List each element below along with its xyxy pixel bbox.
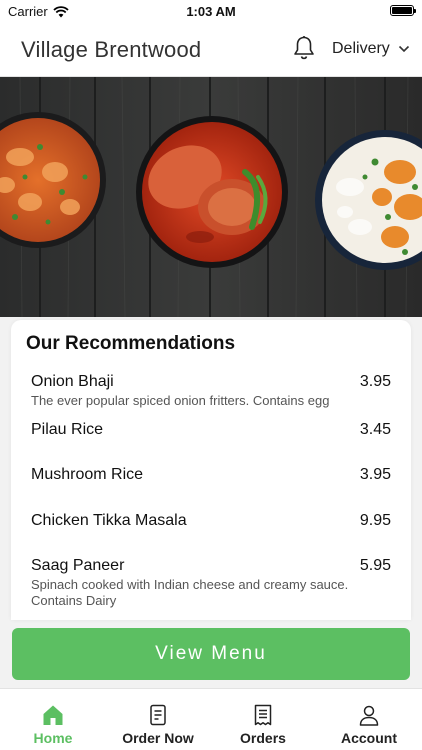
tab-label: Order Now bbox=[122, 730, 194, 746]
battery-icon bbox=[390, 5, 416, 16]
recommendations-card: Our Recommendations Onion Bhaji 3.95 The… bbox=[11, 320, 411, 620]
menu-item[interactable]: Pilau Rice 3.45 bbox=[31, 421, 391, 439]
bottom-tab-bar: Home Order Now Orders Account bbox=[0, 688, 422, 750]
chevron-down-icon bbox=[398, 45, 409, 53]
menu-item-price: 3.45 bbox=[359, 421, 391, 438]
menu-item-price: 3.95 bbox=[359, 373, 391, 390]
menu-item-price: 9.95 bbox=[359, 512, 391, 529]
menu-item-description: Spinach cooked with Indian cheese and cr… bbox=[31, 577, 349, 608]
tab-label: Account bbox=[341, 730, 397, 746]
food-photo-illustration bbox=[0, 77, 422, 317]
menu-item-name: Mushroom Rice bbox=[31, 466, 144, 483]
order-icon bbox=[150, 704, 166, 726]
tab-home[interactable]: Home bbox=[3, 689, 103, 750]
menu-item-price: 5.95 bbox=[359, 557, 391, 574]
menu-item[interactable]: Mushroom Rice 3.95 bbox=[31, 466, 391, 484]
menu-item[interactable]: Saag Paneer 5.95 Spinach cooked with Ind… bbox=[31, 557, 391, 609]
bell-icon[interactable] bbox=[292, 35, 316, 61]
delivery-selector[interactable]: Delivery bbox=[332, 40, 410, 58]
hero-food-image bbox=[0, 77, 422, 317]
tab-label: Orders bbox=[240, 730, 286, 746]
view-menu-button[interactable]: View Menu bbox=[12, 628, 410, 680]
recommendations-title: Our Recommendations bbox=[26, 333, 236, 354]
menu-item[interactable]: Onion Bhaji 3.95 The ever popular spiced… bbox=[31, 373, 391, 409]
menu-item-name: Chicken Tikka Masala bbox=[31, 512, 187, 529]
home-icon bbox=[43, 705, 63, 725]
restaurant-title: Village Brentwood bbox=[21, 37, 202, 62]
delivery-label: Delivery bbox=[332, 40, 390, 57]
tab-orders[interactable]: Orders bbox=[213, 689, 313, 750]
menu-item-name: Saag Paneer bbox=[31, 557, 125, 574]
receipt-icon bbox=[254, 704, 272, 726]
menu-item-name: Onion Bhaji bbox=[31, 373, 114, 390]
app-header: Village Brentwood Delivery bbox=[0, 22, 422, 77]
tab-label: Home bbox=[33, 730, 73, 746]
tab-account[interactable]: Account bbox=[319, 689, 419, 750]
menu-item-price: 3.95 bbox=[359, 466, 391, 483]
status-time: 1:03 AM bbox=[186, 4, 236, 19]
menu-item-name: Pilau Rice bbox=[31, 421, 104, 438]
menu-item[interactable]: Chicken Tikka Masala 9.95 bbox=[31, 512, 391, 530]
account-icon bbox=[359, 705, 379, 726]
status-bar: Carrier 1:03 AM bbox=[0, 0, 422, 22]
menu-item-description: The ever popular spiced onion fritters. … bbox=[31, 393, 330, 408]
tab-order-now[interactable]: Order Now bbox=[108, 689, 208, 750]
